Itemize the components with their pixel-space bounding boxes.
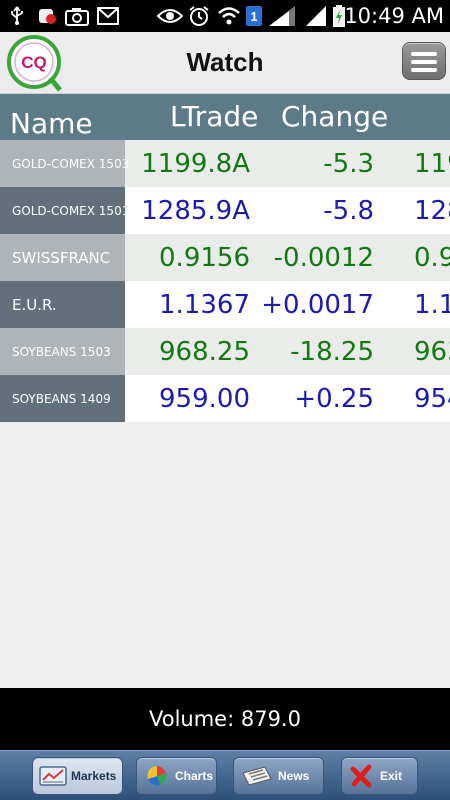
charts-button[interactable]: Charts [136, 757, 217, 795]
row-change: -5.8 [323, 195, 374, 226]
row-ltrade: 1285.9A [141, 195, 250, 226]
news-icon [240, 764, 274, 788]
markets-button[interactable]: Markets [32, 757, 123, 795]
row-extra: 954 [414, 383, 450, 414]
table-row[interactable]: SOYBEANS 1409 959.00 +0.25 954 [0, 375, 450, 422]
close-icon [348, 764, 376, 788]
table-row[interactable]: GOLD-COMEX 1503 1199.8A -5.3 119 [0, 140, 450, 187]
charts-label: Charts [175, 769, 214, 783]
bottom-nav: Markets Charts News Exit [0, 750, 450, 800]
volume-readout: Volume: 879.0 [0, 688, 450, 750]
camera-icon [64, 6, 90, 26]
row-name: SWISSFRANC [0, 234, 125, 281]
row-ltrade: 1.1367 [159, 289, 250, 320]
table-row[interactable]: SWISSFRANC 0.9156 -0.0012 0.9 [0, 234, 450, 281]
row-change: +0.0017 [261, 289, 374, 320]
page-title: Watch [186, 47, 264, 77]
sim-badge-label: 1 [250, 8, 258, 24]
table-row[interactable]: E.U.R. 1.1367 +0.0017 1.1 [0, 281, 450, 328]
row-extra: 128 [414, 195, 450, 226]
row-ltrade: 959.00 [159, 383, 250, 414]
row-extra: 963 [414, 336, 450, 367]
wifi-icon [216, 6, 242, 26]
exit-button[interactable]: Exit [341, 757, 418, 795]
signal-2-icon [304, 6, 328, 26]
list-menu-icon-line [411, 68, 437, 72]
row-extra: 119 [414, 148, 450, 179]
column-header-change[interactable]: Change [281, 100, 388, 133]
notification-icon [36, 6, 58, 26]
row-extra: 1.1 [414, 289, 450, 320]
row-change: -18.25 [290, 336, 374, 367]
row-extra: 0.9 [414, 242, 450, 273]
row-name: SOYBEANS 1409 [0, 375, 125, 422]
markets-icon [39, 764, 67, 788]
list-menu-icon [411, 52, 437, 56]
signal-icon [266, 6, 298, 26]
alarm-icon [188, 6, 210, 26]
watch-table[interactable]: Name LTrade Change GOLD-COMEX 1503 1199.… [0, 94, 450, 688]
exit-label: Exit [380, 769, 403, 783]
table-row[interactable]: SOYBEANS 1503 968.25 -18.25 963 [0, 328, 450, 375]
clock: 10:49 AM [344, 4, 444, 28]
row-ltrade: 968.25 [159, 336, 250, 367]
status-bar: 1 10:49 AM [0, 0, 450, 32]
row-change: -0.0012 [273, 242, 374, 273]
sim-badge: 1 [246, 6, 262, 26]
app-header: CQ Watch [0, 32, 450, 94]
markets-label: Markets [71, 769, 117, 783]
row-name: SOYBEANS 1503 [0, 328, 125, 375]
usb-icon [8, 6, 26, 26]
list-menu-icon-line [411, 60, 437, 64]
row-ltrade: 1199.8A [141, 148, 250, 179]
row-change: +0.25 [294, 383, 374, 414]
eye-icon [157, 6, 183, 26]
news-label: News [278, 769, 310, 783]
column-header-ltrade[interactable]: LTrade [170, 100, 258, 133]
table-row[interactable]: GOLD-COMEX 1501 1285.9A -5.8 128 [0, 187, 450, 234]
row-ltrade: 0.9156 [159, 242, 250, 273]
row-change: -5.3 [323, 148, 374, 179]
column-header-name[interactable]: Name [10, 107, 93, 140]
gmail-icon [96, 6, 120, 26]
row-name: GOLD-COMEX 1501 [0, 187, 129, 234]
list-menu-button[interactable] [402, 42, 446, 80]
row-name: GOLD-COMEX 1503 [0, 140, 129, 187]
table-header: Name LTrade Change [0, 94, 450, 140]
charts-icon [143, 764, 171, 788]
row-name: E.U.R. [0, 281, 125, 328]
news-button[interactable]: News [233, 757, 324, 795]
